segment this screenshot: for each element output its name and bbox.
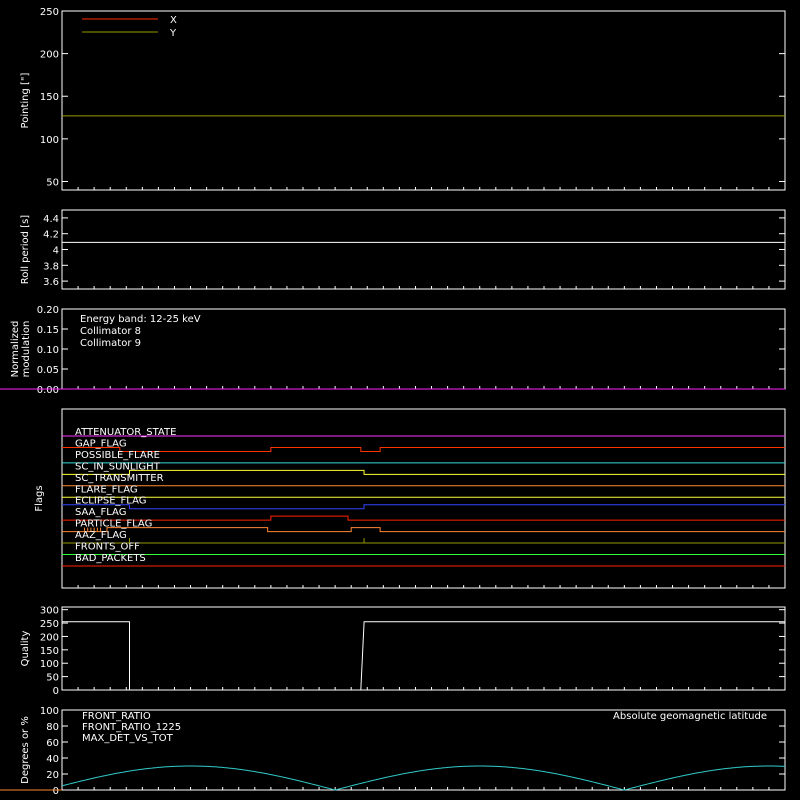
modulation-ytick-label: 0.05 [37,365,59,376]
modulation-ylabel: Normalized [10,321,21,378]
flag-label: GAP_FLAG [75,438,127,449]
ratios-ytick-label: 40 [46,754,59,765]
modulation-legend-label: Collimator 9 [80,338,141,349]
quality-frame [61,606,786,691]
ratios-legend-label: MAX_DET_VS_TOT [82,733,174,744]
pointing-ytick-label: 50 [46,177,59,188]
pointing-ytick-label: 250 [40,7,59,18]
quality-ytick-label: 250 [40,619,59,630]
pointing-ytick-label: 100 [40,135,59,146]
flag-label: POSSIBLE_FLARE [75,450,160,461]
flags-ylabel: Flags [34,485,45,511]
modulation-ylabel: modulation [21,321,32,378]
quality-ytick-label: 300 [40,606,59,617]
ratios-latitude-label: Absolute geomagnetic latitude [613,711,767,722]
pointing-ylabel: Pointing ["] [20,72,31,128]
modulation-legend-label: Collimator 8 [80,326,141,337]
rhessi-quicklook-plot: 16:1516:3016:4517:0017:1517:3017:45Point… [0,7,786,797]
modulation-ytick-label: 0.15 [37,325,59,336]
ratios-legend-label: FRONT_RATIO [82,711,151,722]
flag-label: BAD_PACKETS [75,553,146,564]
roll-ytick-label: 4.2 [43,230,59,241]
ratios-ytick-label: 20 [46,770,59,781]
quality-series [62,621,785,691]
flag-label: PARTICLE_FLAG [75,519,152,530]
modulation-ytick-label: 0.00 [37,385,59,396]
ratios-ytick-label: 100 [40,706,59,717]
flag-label: SAA_FLAG [75,507,126,518]
quality-ytick-label: 0 [53,686,59,697]
flag-line-eclipse_flag [62,504,785,510]
flag-label: AAZ_FLAG [75,530,127,541]
roll-ylabel: Roll period [s] [20,215,31,284]
roll-ytick-label: 3.8 [43,261,59,272]
flag-line-sc_in_sunlight [62,469,785,475]
quality-ytick-label: 200 [40,632,59,643]
flag-label: ATTENUATOR_STATE [75,427,176,438]
ratios-ylabel: Degrees or % [20,716,31,784]
modulation-energy-band-label: Energy band: 12-25 keV [80,314,201,325]
roll-ytick-label: 4 [53,246,59,257]
modulation-ytick-label: 0.20 [37,305,59,316]
ratios-legend-label: FRONT_RATIO_1225 [82,722,181,733]
ratios-ytick-label: 80 [46,722,59,733]
flag-line-particle_flag [62,527,785,533]
flag-label: FLARE_FLAG [75,484,138,495]
pointing-ytick-label: 150 [40,92,59,103]
modulation-ytick-label: 0.10 [37,345,59,356]
roll-ytick-label: 4.4 [43,214,59,225]
quality-ytick-label: 50 [46,673,59,684]
quality-ytick-label: 150 [40,646,59,657]
pointing-legend-label: X [170,15,177,26]
pointing-legend-label: Y [169,28,177,39]
ratios-latitude-curve [61,765,786,791]
flag-label: ECLIPSE_FLAG [75,496,146,507]
flag-label: SC_TRANSMITTER [75,473,164,484]
flag-line-gap_flag [62,446,785,452]
pointing-ytick-label: 200 [40,50,59,61]
flag-label: FRONTS_OFF [75,542,140,553]
ratios-ytick-label: 0 [53,786,59,797]
roll-frame [61,209,786,290]
flag-line-saa_flag [62,515,785,521]
quality-ylabel: Quality [20,631,31,667]
flag-label: SC_IN_SUNLIGHT [75,461,161,472]
roll-ytick-label: 3.6 [43,277,59,288]
quality-ytick-label: 100 [40,659,59,670]
ratios-ytick-label: 60 [46,738,59,749]
